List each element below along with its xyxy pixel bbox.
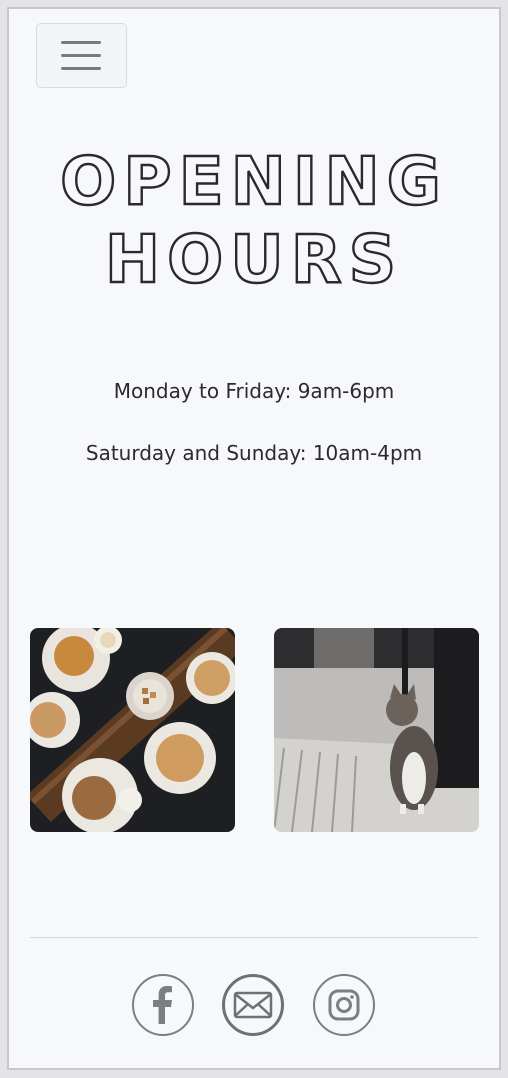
instagram-link[interactable] (313, 974, 375, 1036)
facebook-link[interactable] (132, 974, 194, 1036)
coffee-and-pastries-photo (30, 628, 235, 832)
footer-divider (30, 937, 478, 938)
cat-on-sidewalk-photo (274, 628, 479, 832)
instagram-icon (328, 989, 360, 1021)
coffee-photo (30, 628, 235, 832)
page-frame: OPENING HOURS Monday to Friday: 9am-6pm … (7, 7, 501, 1070)
hamburger-menu-icon (61, 41, 101, 44)
menu-toggle-button[interactable] (36, 23, 127, 88)
cat-photo (274, 628, 479, 832)
facebook-icon (153, 986, 172, 1024)
email-link[interactable] (222, 974, 284, 1036)
hamburger-bar (61, 67, 101, 70)
page-title: OPENING HOURS (9, 142, 499, 299)
weekend-hours: Saturday and Sunday: 10am-4pm (85, 441, 423, 465)
weekday-hours: Monday to Friday: 9am-6pm (113, 379, 395, 403)
page-title-line-1: OPENING (59, 142, 448, 221)
hamburger-bar (61, 54, 101, 57)
page-title-line-2: HOURS (104, 220, 404, 299)
email-icon (233, 991, 273, 1019)
